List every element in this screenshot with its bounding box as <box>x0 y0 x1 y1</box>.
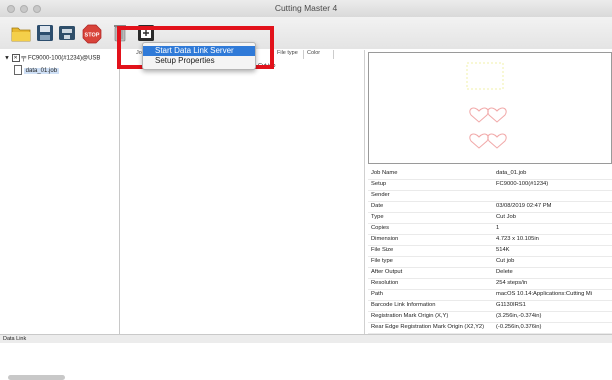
cutter-icon[interactable] <box>58 24 76 44</box>
property-value: 1 <box>496 225 500 231</box>
job-label: data_01.job <box>23 67 60 74</box>
property-key: Sender <box>371 192 390 198</box>
job-list <box>120 50 364 334</box>
column-header-file-type[interactable]: File type <box>274 50 304 59</box>
property-key: Job Name <box>371 170 398 176</box>
column-header-color[interactable]: Color <box>304 50 334 59</box>
device-label: FC9000-100(#1234)@USB <box>27 55 101 62</box>
property-key: Date <box>371 203 384 209</box>
property-key: Copies <box>371 225 390 231</box>
menu-item-start-data-link-server[interactable]: Start Data Link Server <box>143 46 255 56</box>
property-key: Barcode Link Information <box>371 302 436 308</box>
window-title: Cutting Master 4 <box>274 3 338 13</box>
property-value: Cut job <box>496 258 515 264</box>
open-icon[interactable] <box>11 24 31 44</box>
property-key: Path <box>371 291 383 297</box>
property-value: 03/08/2019 02:47 PM <box>496 203 552 209</box>
property-value: (-0.256in,0.376in) <box>496 324 542 330</box>
save-icon[interactable] <box>36 24 54 44</box>
pane-divider[interactable] <box>364 50 365 334</box>
property-key: Registration Mark Origin (X,Y) <box>371 313 449 319</box>
property-value: FC9000-100(#1234) <box>496 181 549 187</box>
device-tree: ▼ ✕ ╤ FC9000-100(#1234)@USB data_01.job <box>0 50 120 380</box>
property-value: (3.256in,-0.374in) <box>496 313 542 319</box>
property-row: Rear Edge Registration Mark Origin (X2,Y… <box>368 322 612 334</box>
property-key: File type <box>371 258 393 264</box>
property-value: Cut Job <box>496 214 516 220</box>
property-value: 4.723 x 10.105in <box>496 236 539 242</box>
menu-item-setup-properties[interactable]: Setup Properties <box>143 56 255 66</box>
data-link-menu: Start Data Link Server Setup Properties <box>142 42 256 70</box>
property-key: Resolution <box>371 280 399 286</box>
checkbox-icon[interactable]: ✕ <box>11 54 20 62</box>
cutter-device-icon: ╤ <box>21 54 27 62</box>
property-value: G1130IRS1 <box>496 302 526 308</box>
disclosure-triangle-icon[interactable]: ▼ <box>4 56 10 62</box>
horizontal-scrollbar[interactable] <box>8 375 65 380</box>
status-text: Data Link <box>3 336 27 342</box>
job-preview <box>368 52 612 164</box>
property-key: Dimension <box>371 236 399 242</box>
property-key: File Size <box>371 247 394 253</box>
svg-text:STOP: STOP <box>85 33 100 39</box>
property-key: After Output <box>371 269 403 275</box>
property-value: 254 steps/in <box>496 280 528 286</box>
document-icon <box>14 65 22 75</box>
title-bar: Cutting Master 4 <box>0 0 612 18</box>
property-value: macOS 10.14:Applications:Cutting Mi <box>496 291 593 297</box>
tree-device-row[interactable]: ▼ ✕ ╤ FC9000-100(#1234)@USB <box>4 54 100 64</box>
property-key: Type <box>371 214 384 220</box>
tree-job-row[interactable]: data_01.job <box>14 65 60 75</box>
property-value: Delete <box>496 269 513 275</box>
property-value: data_01.job <box>496 170 527 176</box>
property-key: Setup <box>371 181 387 187</box>
property-value: 514K <box>496 247 510 253</box>
stop-icon[interactable]: STOP <box>82 24 102 46</box>
property-key: Rear Edge Registration Mark Origin (X2,Y… <box>371 324 485 330</box>
